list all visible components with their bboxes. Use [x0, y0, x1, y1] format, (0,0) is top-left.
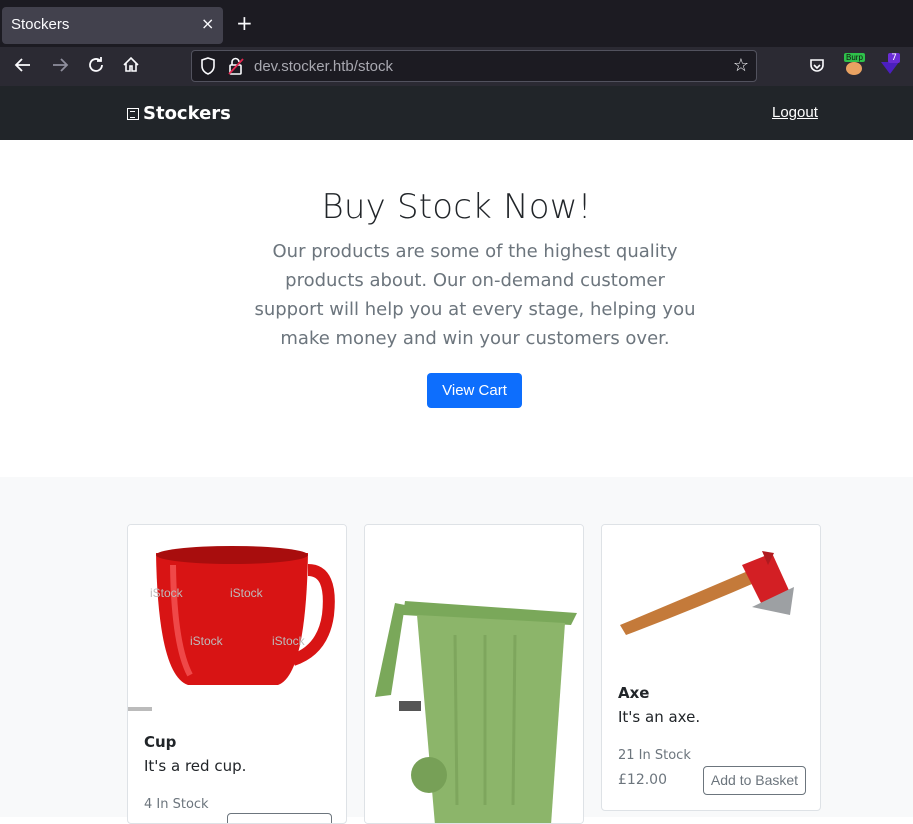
product-name: Cup: [144, 733, 177, 751]
forward-icon[interactable]: [51, 56, 69, 79]
cup-watermark: iStock: [150, 586, 184, 600]
cup-watermark: iStock: [230, 586, 264, 600]
hero-title: Buy Stock Now!: [321, 187, 592, 227]
hero-section: Buy Stock Now! Our products are some of …: [0, 140, 913, 477]
newspaper-icon: [127, 107, 139, 120]
cup-watermark: iStock: [272, 634, 306, 648]
cup-image: iStock iStock iStock iStock: [128, 525, 346, 715]
pocket-icon[interactable]: [809, 58, 825, 78]
axe-image: [602, 525, 820, 675]
close-tab-icon[interactable]: ×: [201, 14, 214, 33]
product-description: It's a red cup.: [144, 757, 247, 775]
brand-link[interactable]: Stockers: [127, 103, 231, 124]
new-tab-icon[interactable]: +: [236, 13, 253, 33]
tab-title: Stockers: [11, 16, 70, 33]
cup-watermark: iStock: [190, 634, 224, 648]
back-icon[interactable]: [14, 56, 32, 79]
add-to-basket-button[interactable]: [227, 813, 332, 823]
extension-badge: 7: [888, 53, 900, 63]
product-card-cup: iStock iStock iStock iStock Cup It's a r…: [127, 524, 347, 824]
green-bin-image: [365, 525, 583, 823]
url-text: dev.stocker.htb/stock: [254, 58, 393, 75]
product-card-axe: Axe It's an axe. 21 In Stock £12.00 Add …: [601, 524, 821, 811]
home-icon[interactable]: [122, 56, 140, 79]
burp-extension-icon[interactable]: Burp: [844, 53, 865, 75]
product-stock: 21 In Stock: [618, 748, 691, 763]
add-to-basket-button[interactable]: Add to Basket: [703, 766, 806, 795]
url-host: dev.stocker.htb: [254, 58, 354, 75]
burp-face-icon: [846, 62, 862, 75]
reload-icon[interactable]: [87, 56, 105, 79]
product-description: It's an axe.: [618, 708, 701, 726]
url-path: /stock: [353, 58, 393, 75]
site-navbar: Stockers Logout: [0, 86, 913, 140]
product-grid: iStock iStock iStock iStock Cup It's a r…: [0, 477, 913, 824]
product-card-bin: [364, 524, 584, 824]
view-cart-button[interactable]: View Cart: [427, 373, 522, 408]
product-stock: 4 In Stock: [144, 797, 209, 812]
extension-7-icon[interactable]: 7: [880, 53, 900, 75]
brand-name: Stockers: [143, 103, 231, 124]
tracking-shield-icon[interactable]: [200, 57, 216, 79]
browser-tab[interactable]: Stockers ×: [2, 7, 223, 44]
product-name: Axe: [618, 684, 650, 702]
burp-badge: Burp: [844, 53, 865, 62]
insecure-lock-icon[interactable]: [228, 57, 244, 79]
browser-toolbar: dev.stocker.htb/stock ☆ Burp 7: [0, 47, 913, 86]
product-price: £12.00: [618, 772, 667, 788]
logout-link[interactable]: Logout: [772, 104, 818, 121]
bookmark-star-icon[interactable]: ☆: [733, 55, 749, 76]
url-bar[interactable]: dev.stocker.htb/stock ☆: [191, 50, 757, 82]
browser-tab-bar: Stockers × +: [0, 0, 913, 47]
gem-icon: [881, 62, 899, 74]
hero-text: Our products are some of the highest qua…: [254, 241, 696, 349]
